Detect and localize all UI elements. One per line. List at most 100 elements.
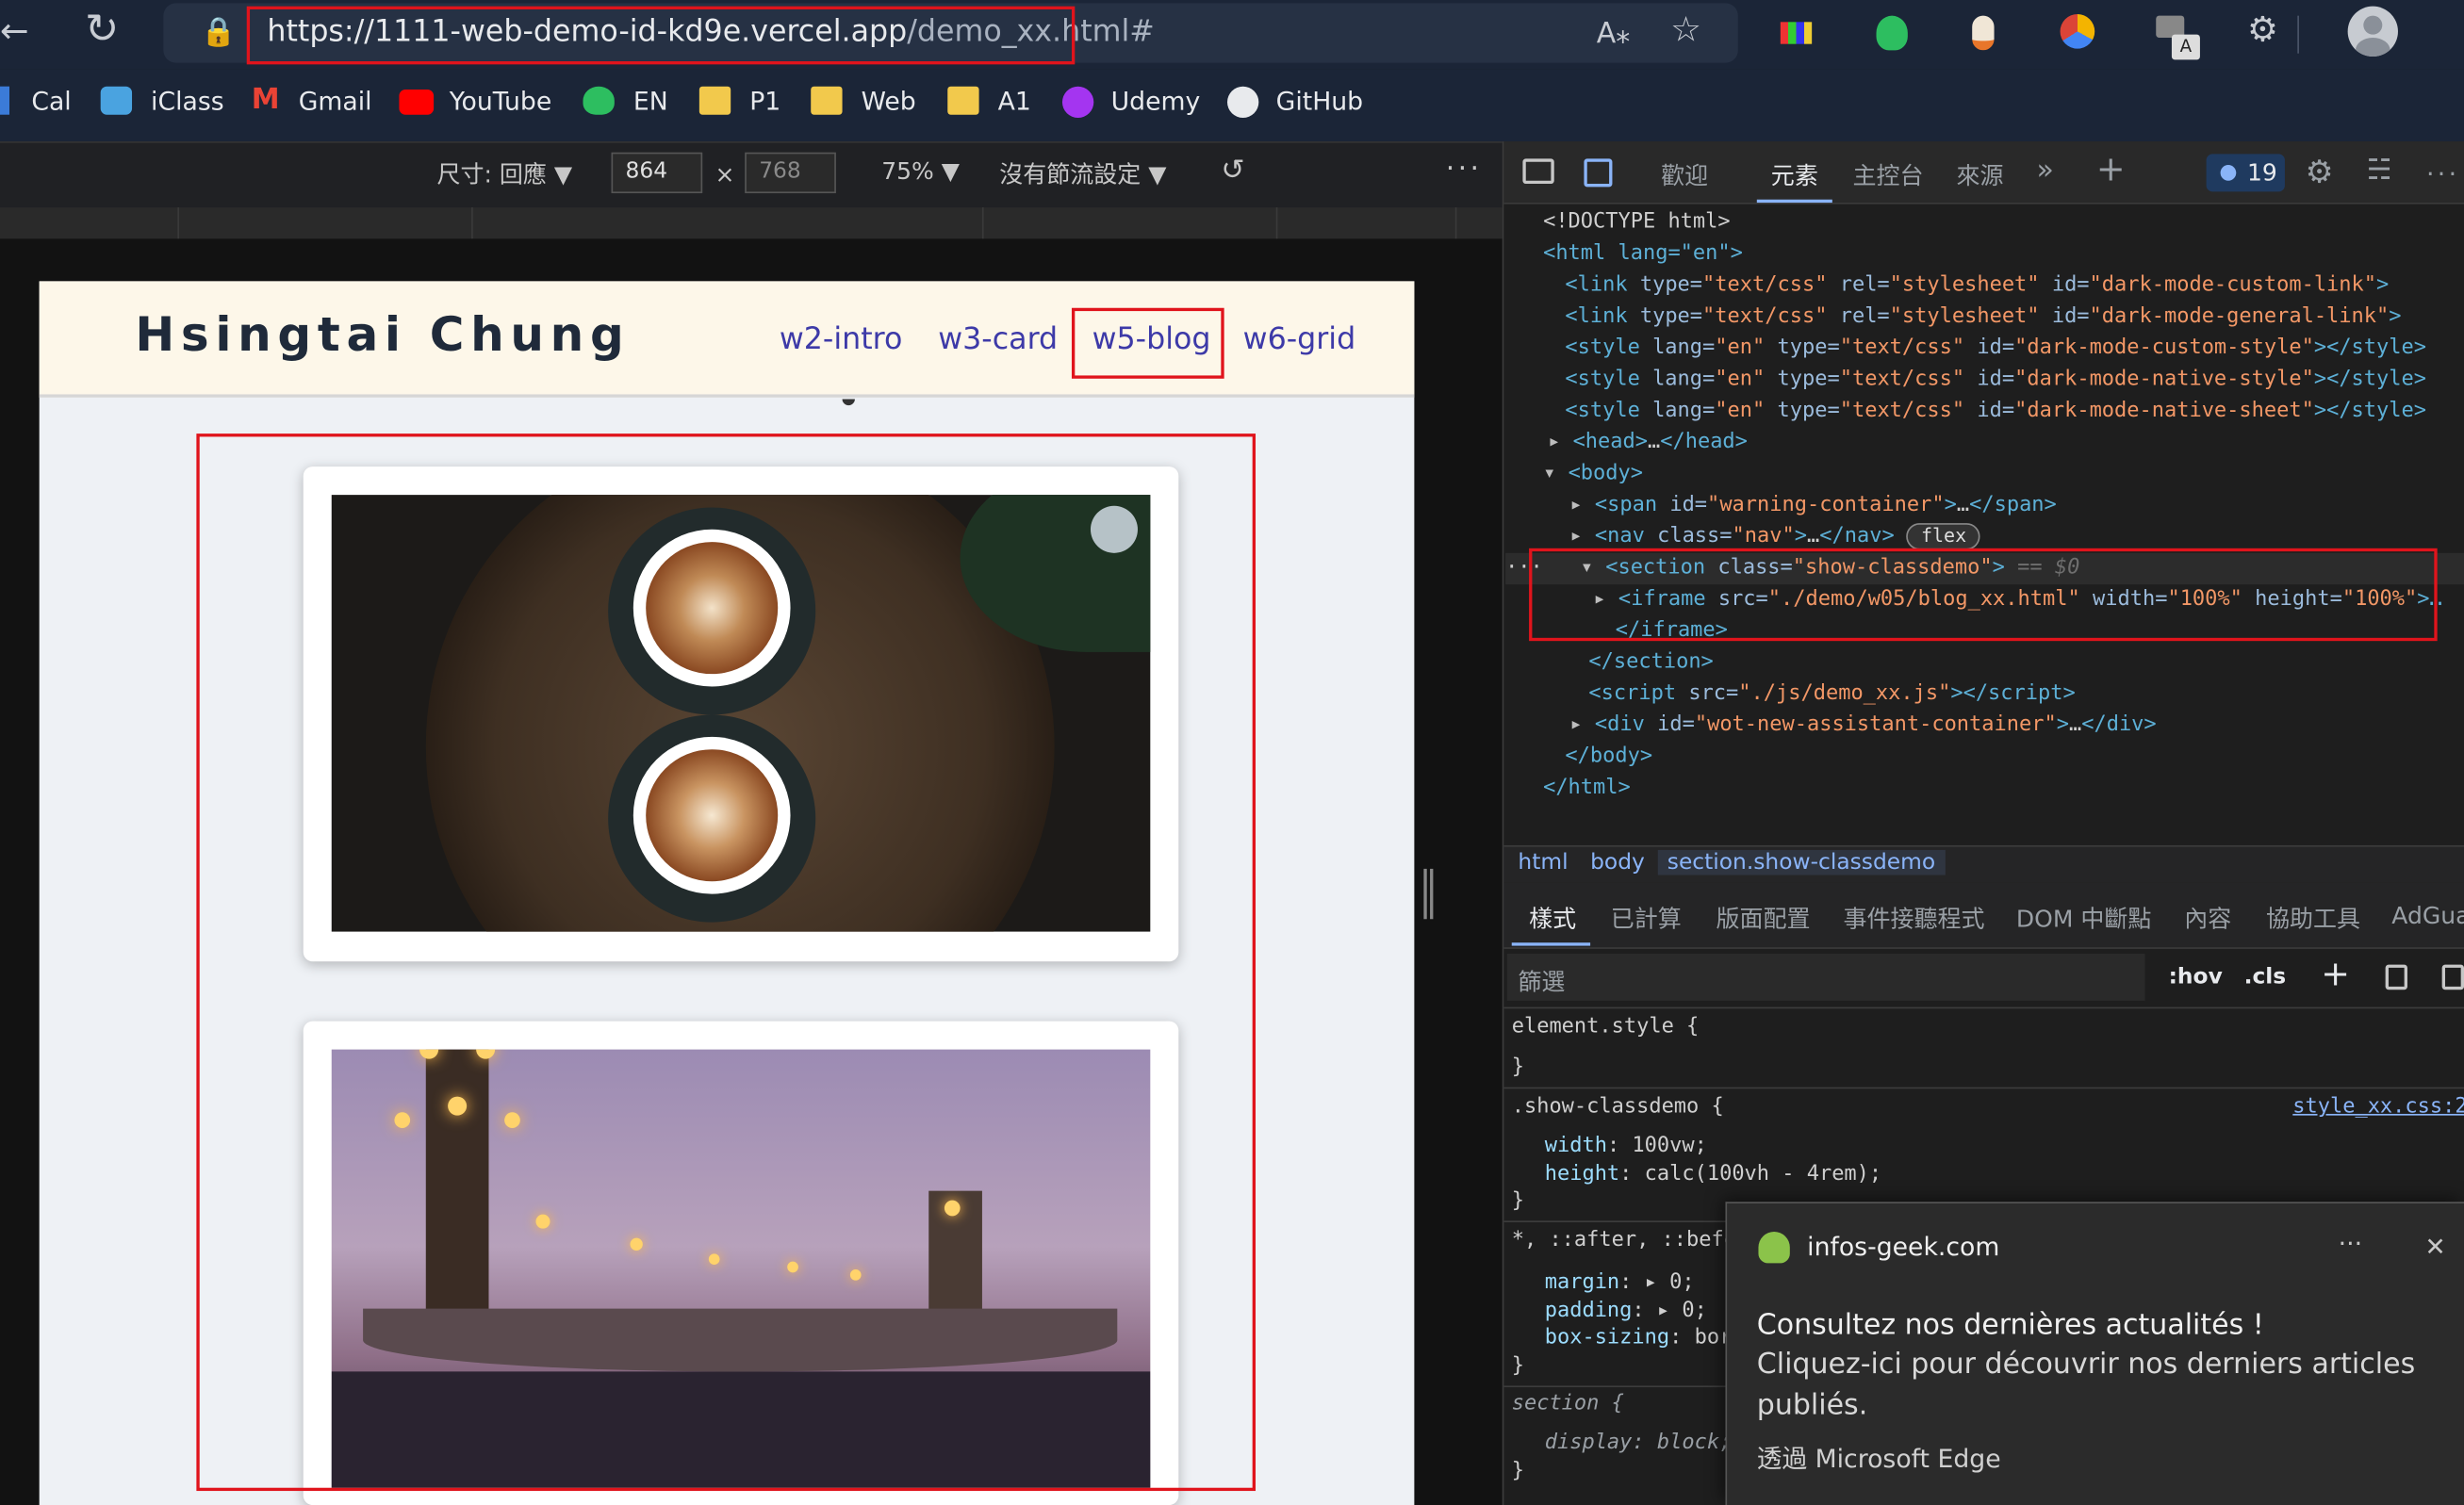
dom-style-2[interactable]: <style lang="en" type="text/css" id="dar… <box>1565 365 2426 396</box>
rule-element-style[interactable]: element.style { <box>1512 1012 1700 1043</box>
translate-a-icon[interactable]: A <box>2171 34 2200 60</box>
ruler-segment <box>177 207 180 239</box>
site-brand[interactable]: Hsingtai Chung <box>135 308 630 363</box>
dom-style-3[interactable]: <style lang="en" type="text/css" id="dar… <box>1565 396 2426 427</box>
decl-box-sizing[interactable]: box-sizing: bor <box>1545 1323 1733 1354</box>
more-options-icon[interactable]: ··· <box>1446 153 1483 186</box>
resize-handle[interactable] <box>1423 868 1434 920</box>
tab-elements[interactable]: 元素 <box>1771 158 1818 191</box>
bookmark-gmail[interactable]: Gmail <box>299 87 372 117</box>
nav-link-w6-grid[interactable]: w6-grid <box>1243 322 1356 357</box>
evernote-extension-icon[interactable] <box>1876 15 1908 51</box>
decl-height[interactable]: height: calc(100vh - 4rem); <box>1545 1159 1881 1190</box>
paint-icon[interactable] <box>2385 964 2407 990</box>
bookmark-a1[interactable]: A1 <box>998 87 1031 117</box>
bookmark-web[interactable]: Web <box>862 87 916 117</box>
crumb-body[interactable]: body <box>1590 850 1645 875</box>
read-aloud-icon[interactable]: A⁎ <box>1597 17 1631 52</box>
bookmark-github[interactable]: GitHub <box>1276 87 1363 117</box>
rotate-icon[interactable]: ↺ <box>1221 154 1244 187</box>
tab-computed[interactable]: 已計算 <box>1611 902 1682 935</box>
bookmark-en[interactable]: EN <box>633 87 668 117</box>
extension-icon-1[interactable] <box>1780 22 1813 44</box>
extension-icon-3[interactable] <box>1972 15 1995 51</box>
extensions-puzzle-icon[interactable]: ⚙ <box>2247 13 2278 49</box>
dom-body-close[interactable]: </body> <box>1565 742 1652 773</box>
tab-sources[interactable]: 來源 <box>1957 158 2004 191</box>
throttle-dropdown[interactable]: 沒有節流設定 ▼ <box>999 157 1166 190</box>
bookmark-p1[interactable]: P1 <box>749 87 780 117</box>
dom-style-1[interactable]: <style lang="en" type="text/css" id="dar… <box>1565 333 2426 364</box>
flex-badge[interactable]: flex <box>1906 523 1981 550</box>
inspect-element-icon[interactable] <box>1522 158 1554 185</box>
new-rule-icon[interactable]: + <box>2321 956 2350 995</box>
tab-adguard[interactable]: AdGuar <box>2391 902 2464 930</box>
crumb-html[interactable]: html <box>1518 850 1568 875</box>
more-tabs-icon[interactable]: » <box>2037 154 2054 187</box>
profile-avatar[interactable] <box>2347 6 2398 57</box>
tab-event-listeners[interactable]: 事件接聽程式 <box>1843 902 1984 935</box>
tab-styles[interactable]: 樣式 <box>1529 902 1576 935</box>
dom-link-2[interactable]: <link type="text/css" rel="stylesheet" i… <box>1565 302 2401 333</box>
decl-margin[interactable]: margin: ▸ 0; <box>1545 1268 1695 1299</box>
dom-div-wot[interactable]: ▸ <div id="wot-new-assistant-container">… <box>1569 711 2156 742</box>
dom-head[interactable]: ▸ <head>…</head> <box>1548 427 1748 458</box>
devtools-more-icon[interactable]: ··· <box>2426 158 2459 188</box>
tab-properties[interactable]: 內容 <box>2184 902 2231 935</box>
height-input[interactable]: 768 <box>745 152 836 194</box>
decl-display[interactable]: display: block; <box>1545 1428 1733 1459</box>
refresh-icon[interactable]: ↻ <box>85 9 119 50</box>
chevron-down-icon: ▼ <box>553 160 573 189</box>
tab-accessibility[interactable]: 協助工具 <box>2266 902 2360 935</box>
rule-section[interactable]: section { <box>1512 1389 1624 1420</box>
lock-icon[interactable]: 🔒 <box>201 16 236 51</box>
dom-body-open[interactable]: ▾ <body> <box>1543 459 1643 490</box>
dom-doctype[interactable]: <!DOCTYPE html> <box>1543 207 1731 238</box>
tab-welcome[interactable]: 歡迎 <box>1661 158 1708 191</box>
add-tab-icon[interactable]: + <box>2096 151 2126 190</box>
width-input[interactable]: 864 <box>611 152 703 194</box>
toast-close-button[interactable]: ✕ <box>2424 1232 2445 1262</box>
style1-id: dark-mode-custom-style <box>2027 335 2302 360</box>
dom-section-close[interactable]: </section> <box>1588 647 1713 679</box>
nav-highlight-box <box>1071 307 1224 379</box>
toast-more-button[interactable]: ··· <box>2339 1229 2362 1259</box>
dom-link-1[interactable]: <link type="text/css" rel="stylesheet" i… <box>1565 270 2389 302</box>
dom-html-close[interactable]: </html> <box>1543 773 1631 804</box>
style2-type: text/css <box>1851 368 1952 392</box>
nav-link-w3-card[interactable]: w3-card <box>938 322 1058 357</box>
tab-console[interactable]: 主控台 <box>1852 158 1923 191</box>
add-favorite-icon[interactable]: ☆ <box>1670 13 1701 49</box>
back-arrow-icon[interactable]: ← <box>0 15 29 51</box>
rule-universal[interactable]: *, ::after, ::befo <box>1512 1225 1736 1256</box>
crumb-section[interactable]: section.show-classdemo <box>1657 849 1946 875</box>
filter-input[interactable] <box>1506 953 2145 1001</box>
bookmark-youtube[interactable]: YouTube <box>450 87 551 117</box>
settings-gear-icon[interactable]: ⚙ <box>2306 153 2334 190</box>
customize-icon[interactable]: ☵ <box>2367 154 2392 187</box>
zoom-dropdown[interactable]: 75% ▼ <box>881 157 960 186</box>
bookmark-udemy[interactable]: Udemy <box>1111 87 1201 117</box>
source-link[interactable]: style_xx.css:2 <box>2292 1092 2464 1123</box>
tab-layout[interactable]: 版面配置 <box>1716 902 1810 935</box>
prop-value: block; <box>1656 1431 1733 1455</box>
tab-dom-breakpoints[interactable]: DOM 中斷點 <box>2016 902 2152 935</box>
issues-count: 19 <box>2246 158 2277 188</box>
extension-icon-4[interactable] <box>2060 14 2095 49</box>
device-emulation-icon[interactable] <box>1584 158 1613 188</box>
cls-toggle[interactable]: .cls <box>2244 965 2287 990</box>
toast-via: 透過 Microsoft Edge <box>1756 1444 2001 1474</box>
dom-script[interactable]: <script src="./js/demo_xx.js"></script> <box>1588 679 2075 710</box>
nav-link-w2-intro[interactable]: w2-intro <box>780 322 903 357</box>
style3-lang: en <box>1727 399 1753 423</box>
hov-toggle[interactable]: :hov <box>2169 965 2223 990</box>
decl-width[interactable]: width: 100vw; <box>1545 1131 1707 1162</box>
bookmark-iclass[interactable]: iClass <box>151 87 224 117</box>
dimensions-dropdown[interactable]: 尺寸: 回應 ▼ <box>436 157 572 190</box>
dom-span-warning[interactable]: ▸ <span id="warning-container">…</span> <box>1569 490 2056 521</box>
bookmark-cal[interactable]: Cal <box>31 87 71 117</box>
rule-close-brace: } <box>1511 1055 1524 1080</box>
toggle-sidebar-icon[interactable] <box>2441 964 2464 990</box>
dom-html-open[interactable]: <html lang="en"> <box>1543 238 1743 270</box>
rule-show-classdemo[interactable]: .show-classdemo { <box>1512 1092 1724 1123</box>
